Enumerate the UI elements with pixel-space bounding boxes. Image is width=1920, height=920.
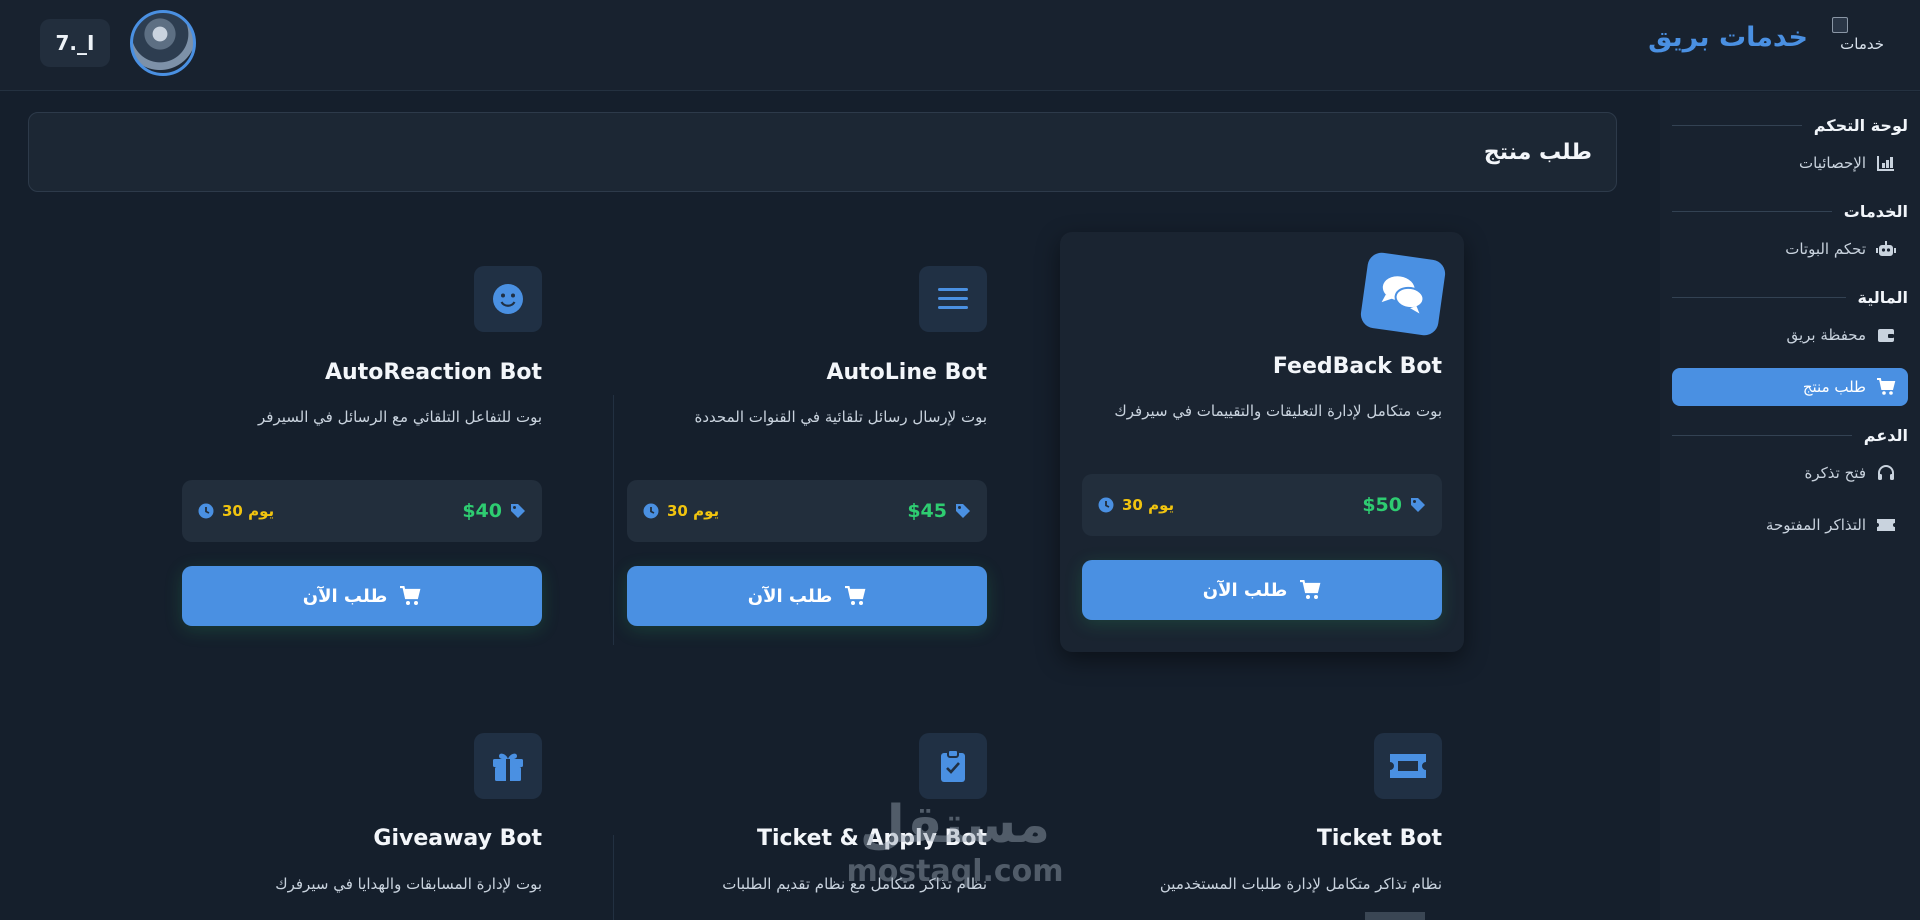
product-description: بوت لإرسال رسائل تلقائية في القنوات المح… <box>694 408 987 426</box>
duration: 30 يوم <box>1098 496 1174 514</box>
price-box: 30 يوم $45 <box>627 480 987 542</box>
sidebar: لوحة التحكم الإحصائيات الخدمات تحكم البو… <box>1660 92 1920 920</box>
price-box: 30 يوم $40 <box>182 480 542 542</box>
sidebar-section-title: الخدمات <box>1843 201 1908 221</box>
sidebar-item-label: تحكم البوتات <box>1785 240 1866 258</box>
sidebar-item-order-product[interactable]: طلب منتج <box>1672 368 1908 406</box>
order-button-label: طلب الآن <box>302 585 388 607</box>
cart-icon <box>1876 377 1896 397</box>
ticket-icon <box>1876 515 1896 535</box>
watermark: مستقل mostaql.com <box>830 795 1080 905</box>
product-card-autoline-bot[interactable]: AutoLine Bot بوت لإرسال رسائل تلقائية في… <box>613 232 1017 652</box>
product-card-autoreaction-bot[interactable]: AutoReaction Bot بوت للتفاعل التلقائي مع… <box>168 232 572 652</box>
divider <box>1672 124 1802 126</box>
watermark-logo-arabic: مستقل <box>859 795 1051 855</box>
product-title: Ticket Bot <box>1316 826 1442 851</box>
price-value: $45 <box>907 500 947 522</box>
product-title: Giveaway Bot <box>373 826 542 851</box>
broken-image-icon <box>1832 17 1848 33</box>
sidebar-section-title: الدعم <box>1863 425 1908 445</box>
clock-icon <box>198 503 214 519</box>
order-now-button[interactable]: طلب الآن <box>182 566 542 626</box>
cart-icon <box>400 586 421 605</box>
user-area: 7._I <box>40 10 196 76</box>
sidebar-item-label: طلب منتج <box>1802 378 1866 396</box>
chart-icon <box>1876 153 1896 173</box>
order-now-button[interactable]: طلب الآن <box>627 566 987 626</box>
product-description: بوت متكامل لإدارة التعليقات والتقييمات ف… <box>1114 402 1442 420</box>
product-card-giveaway-bot[interactable]: Giveaway Bot بوت لإدارة المسابقات والهدا… <box>168 700 572 920</box>
brand[interactable]: خدمات خدمات بريق <box>1648 17 1884 57</box>
duration: 30 يوم <box>643 502 719 520</box>
sidebar-item-bot-control[interactable]: تحكم البوتات <box>1672 230 1908 268</box>
cart-icon <box>845 586 866 605</box>
brand-title: خدمات بريق <box>1648 21 1808 53</box>
sidebar-item-label: محفظة بريق <box>1786 326 1866 344</box>
sidebar-item-open-ticket[interactable]: فتح تذكرة <box>1672 454 1908 492</box>
product-description: بوت لإدارة المسابقات والهدايا في سيرفرك <box>275 875 542 893</box>
price: $40 <box>462 500 526 522</box>
duration: 30 يوم <box>198 502 274 520</box>
divider <box>1672 434 1852 436</box>
tag-icon <box>511 504 525 518</box>
sidebar-item-label: التذاكر المفتوحة <box>1765 516 1866 534</box>
horizontal-scrollbar[interactable] <box>1365 912 1425 920</box>
sidebar-item-statistics[interactable]: الإحصائيات <box>1672 144 1908 182</box>
clipboard-check-icon <box>919 733 987 799</box>
product-card-ticket-bot[interactable]: Ticket Bot نظام تذاكر متكامل لإدارة طلبا… <box>1060 700 1464 920</box>
product-description: نظام تذاكر متكامل لإدارة طلبات المستخدمي… <box>1159 875 1442 893</box>
product-title: AutoReaction Bot <box>325 360 542 385</box>
sidebar-item-label: الإحصائيات <box>1799 154 1866 172</box>
tag-icon <box>956 504 970 518</box>
sidebar-section-finance: المالية <box>1672 282 1908 312</box>
clock-icon <box>643 503 659 519</box>
sidebar-section-services: الخدمات <box>1672 196 1908 226</box>
wallet-icon <box>1876 325 1896 345</box>
watermark-logo-latin: mostaql.com <box>846 854 1064 889</box>
top-navbar: خدمات خدمات بريق 7._I <box>0 0 1920 91</box>
gift-icon <box>474 733 542 799</box>
divider <box>1672 210 1832 212</box>
order-now-button[interactable]: طلب الآن <box>1082 560 1442 620</box>
user-menu-button[interactable]: 7._I <box>40 19 110 67</box>
smile-icon <box>474 266 542 332</box>
price-box: 30 يوم $50 <box>1082 474 1442 536</box>
clock-icon <box>1098 497 1114 513</box>
price: $45 <box>907 500 971 522</box>
order-button-label: طلب الآن <box>747 585 833 607</box>
ticket-icon <box>1374 733 1442 799</box>
sidebar-section-title: لوحة التحكم <box>1813 115 1908 135</box>
product-description: بوت للتفاعل التلقائي مع الرسائل في السير… <box>258 408 542 426</box>
page-header: طلب منتج <box>28 112 1617 192</box>
sidebar-item-wallet[interactable]: محفظة بريق <box>1672 316 1908 354</box>
duration-value: 30 يوم <box>667 502 720 520</box>
sidebar-item-open-tickets[interactable]: التذاكر المفتوحة <box>1672 506 1908 544</box>
headset-icon <box>1876 463 1896 483</box>
robot-icon <box>1876 239 1896 259</box>
sidebar-section-support: الدعم <box>1672 420 1908 450</box>
tag-icon <box>1411 498 1425 512</box>
page-title: طلب منتج <box>1483 139 1592 165</box>
brand-logo-alt-text: خدمات <box>1840 35 1884 53</box>
cart-icon <box>1300 580 1321 599</box>
duration-value: 30 يوم <box>1122 496 1175 514</box>
product-title: AutoLine Bot <box>826 360 987 385</box>
avatar[interactable] <box>130 10 196 76</box>
product-card-feedback-bot[interactable]: FeedBack Bot بوت متكامل لإدارة التعليقات… <box>1060 232 1464 652</box>
price-value: $50 <box>1362 494 1402 516</box>
sidebar-item-label: فتح تذكرة <box>1804 464 1866 482</box>
product-title: FeedBack Bot <box>1272 354 1442 379</box>
comments-icon <box>1359 250 1447 338</box>
order-button-label: طلب الآن <box>1202 579 1288 601</box>
price-value: $40 <box>462 500 502 522</box>
brand-logo-image: خدمات <box>1832 17 1884 57</box>
divider <box>1672 296 1846 298</box>
sidebar-section-title: المالية <box>1857 287 1908 307</box>
price: $50 <box>1362 494 1426 516</box>
sidebar-section-dashboard: لوحة التحكم <box>1672 110 1908 140</box>
lines-icon <box>919 266 987 332</box>
duration-value: 30 يوم <box>222 502 275 520</box>
